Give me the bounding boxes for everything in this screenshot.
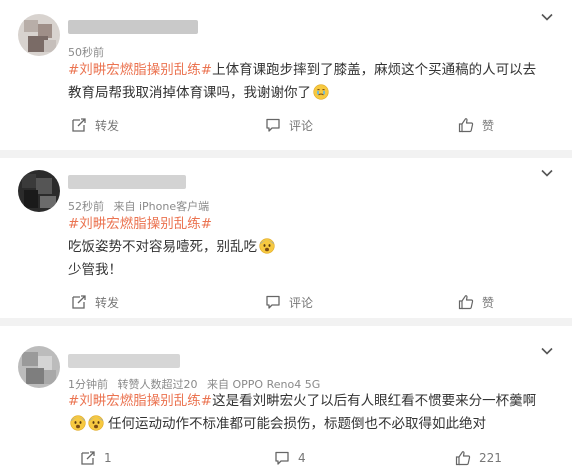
post-content: #刘畊宏燃脂操别乱练# 吃饭姿势不对容易噎死，别乱吃 少管我！ — [68, 213, 548, 282]
share-label: 转发 — [95, 295, 120, 310]
avatar[interactable] — [18, 14, 60, 56]
weibo-post-1: 50秒前 #刘畊宏燃脂操别乱练#上体育课跑步摔到了膝盖，麻烦这个买通稿的人可以去… — [0, 0, 572, 150]
post-actions: 转发 评论 赞 — [0, 114, 572, 136]
chevron-down-icon[interactable] — [540, 10, 554, 24]
fearful-face-icon — [259, 238, 275, 254]
fearful-face-icon — [70, 415, 86, 431]
comment-button[interactable]: 评论 — [265, 291, 313, 313]
crying-face-icon — [313, 84, 329, 100]
username-blurred[interactable] — [68, 20, 198, 34]
post-source[interactable]: 来自 iPhone客户端 — [114, 200, 210, 213]
comment-icon — [275, 451, 289, 465]
post-text-line2: 少管我！ — [68, 262, 122, 278]
post-actions: 1 4 221 — [0, 447, 572, 469]
like-button[interactable]: 221 — [455, 447, 502, 469]
like-count: 221 — [479, 451, 502, 465]
post-meta: 52秒前 来自 iPhone客户端 — [68, 198, 215, 214]
comment-icon — [266, 295, 280, 309]
post-meta: 50秒前 — [68, 44, 110, 60]
comment-button[interactable]: 4 — [274, 447, 306, 469]
hashtag-link[interactable]: #刘畊宏燃脂操别乱练# — [68, 62, 212, 78]
comment-label: 评论 — [289, 118, 314, 133]
thumbs-up-icon — [455, 451, 471, 466]
post-actions: 转发 评论 赞 — [0, 291, 572, 313]
weibo-post-3: 1分钟前 转赞人数超过20 来自 OPPO Reno4 5G #刘畊宏燃脂操别乱… — [0, 326, 572, 472]
share-icon — [81, 451, 95, 465]
thumbs-up-icon — [458, 295, 474, 310]
post-text: 这是看刘畊宏火了以后有人眼红看不惯要来分一杯羹啊 — [212, 393, 537, 409]
like-label: 赞 — [482, 118, 495, 133]
post-content: #刘畊宏燃脂操别乱练#这是看刘畊宏火了以后有人眼红看不惯要来分一杯羹啊任何运动动… — [68, 390, 548, 436]
username-blurred[interactable] — [68, 354, 180, 368]
post-time: 52秒前 — [68, 200, 104, 213]
post-text: 吃饭姿势不对容易噎死，别乱吃 — [68, 239, 257, 255]
share-label: 转发 — [95, 118, 120, 133]
comment-icon — [266, 118, 280, 132]
chevron-down-icon[interactable] — [540, 166, 554, 180]
hashtag-link[interactable]: #刘畊宏燃脂操别乱练# — [68, 216, 212, 232]
share-button[interactable]: 1 — [80, 447, 112, 469]
fearful-face-icon — [88, 415, 104, 431]
comment-button[interactable]: 评论 — [265, 114, 313, 136]
like-button[interactable]: 赞 — [458, 114, 494, 136]
post-text-continued: 任何运动动作不标准都可能会损伤，标题倒也不必取得如此绝对 — [108, 416, 486, 432]
post-time: 50秒前 — [68, 46, 104, 59]
chevron-down-icon[interactable] — [540, 344, 554, 358]
share-icon — [72, 118, 86, 132]
like-button[interactable]: 赞 — [458, 291, 494, 313]
avatar[interactable] — [18, 170, 60, 212]
username-blurred[interactable] — [68, 175, 186, 189]
post-content: #刘畊宏燃脂操别乱练#上体育课跑步摔到了膝盖，麻烦这个买通稿的人可以去教育局帮我… — [68, 59, 548, 105]
post-divider — [0, 318, 572, 326]
share-button[interactable]: 转发 — [71, 114, 119, 136]
post-divider — [0, 150, 572, 158]
share-icon — [72, 295, 86, 309]
hashtag-link[interactable]: #刘畊宏燃脂操别乱练# — [68, 393, 212, 409]
comment-label: 评论 — [289, 295, 314, 310]
share-count: 1 — [104, 451, 112, 465]
comment-count: 4 — [298, 451, 306, 465]
avatar[interactable] — [18, 346, 60, 388]
weibo-post-2: 52秒前 来自 iPhone客户端 #刘畊宏燃脂操别乱练# 吃饭姿势不对容易噎死… — [0, 158, 572, 318]
thumbs-up-icon — [458, 118, 474, 133]
like-label: 赞 — [482, 295, 495, 310]
share-button[interactable]: 转发 — [71, 291, 119, 313]
